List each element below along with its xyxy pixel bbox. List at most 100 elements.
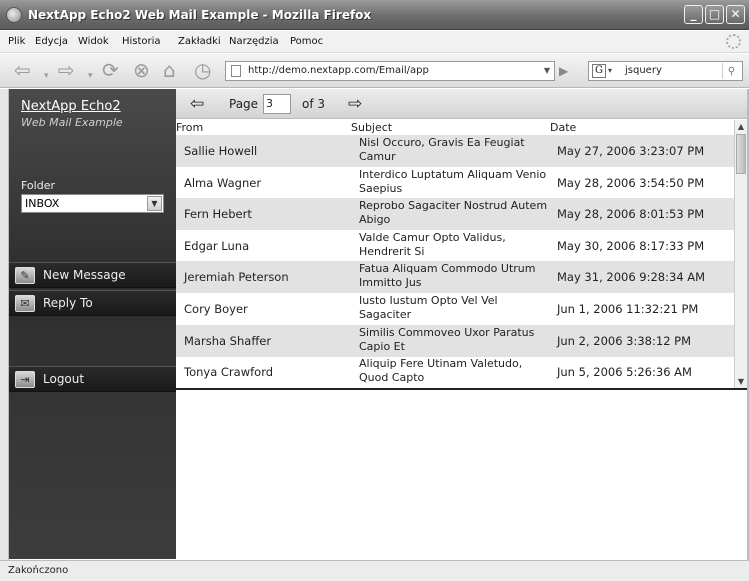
reply-to-button[interactable]: ✉ Reply To [9,290,176,316]
column-date[interactable]: Date [550,121,576,134]
url-field[interactable]: http://demo.nextapp.com/Email/app ▼ [225,61,555,81]
new-message-label: New Message [43,268,126,282]
brand-title[interactable]: NextApp Echo2 [21,99,121,114]
search-value: jsquery [625,65,662,76]
message-from: Tonya Crawford [184,365,274,380]
logout-button[interactable]: ⇥ Logout [9,366,176,392]
page-number-field[interactable]: 3 [263,94,291,114]
history-clock-icon[interactable]: ◷ [194,58,211,82]
forward-dropdown-icon[interactable]: ▾ [88,64,93,88]
message-subject: Nisl Occuro, Gravis Ea Feugiat Camur [359,136,525,163]
menu-zakladki[interactable]: Zakładki [178,36,221,47]
message-subject: Aliquip Fere Utinam Valetudo, Quod Capto [359,357,523,385]
search-engine-dropdown-icon[interactable]: ▾ [608,62,612,80]
message-from: Alma Wagner [184,175,262,190]
message-date: May 27, 2006 3:23:07 PM [557,144,705,158]
reply-icon: ✉ [15,295,35,312]
message-date: May 31, 2006 9:28:34 AM [557,270,706,285]
webmail-app: NextApp Echo2 Web Mail Example Folder IN… [9,89,747,559]
menu-narzedzia[interactable]: Narzędzia [229,36,279,47]
page-icon [231,65,241,77]
message-subject: Fatua Aliquam Commodo Utrum Immitto Jus [359,262,536,290]
window-title: NextApp Echo2 Web Mail Example - Mozilla… [28,8,372,22]
status-text: Zakończono [8,565,69,576]
table-row[interactable]: Cory Boyer Iusto Iustum Opto Vel Vel Saga… [176,293,734,325]
window-titlebar: NextApp Echo2 Web Mail Example - Mozilla… [0,0,749,30]
table-row[interactable]: Sallie Howell Nisl Occuro, Gravis Ea Feug… [176,135,734,167]
message-from: Sallie Howell [184,144,258,158]
message-date: May 28, 2006 8:01:53 PM [557,207,705,222]
navigation-toolbar: ⇦ ▾ ⇨ ▾ ⟳ ⊗ ⌂ ◷ http://demo.nextapp.com/… [0,54,749,88]
table-row[interactable]: Marsha Shaffer Similis Commoveo Uxor Para… [176,324,734,357]
list-preview-divider[interactable] [176,388,747,390]
table-row[interactable]: Jeremiah Peterson Fatua Aliquam Commodo U… [176,261,734,294]
menu-pomoc[interactable]: Pomoc [290,36,323,47]
previous-page-icon[interactable]: ⇦ [190,94,204,114]
sidebar: NextApp Echo2 Web Mail Example Folder IN… [9,89,176,559]
search-engine-icon[interactable]: G [592,64,606,78]
message-date: May 30, 2006 8:17:33 PM [557,238,705,253]
maximize-button[interactable]: □ [705,5,724,24]
menu-bar: Plik Edycja Widok Historia Zakładki Narz… [0,31,749,53]
chevron-down-icon[interactable]: ▼ [147,196,162,211]
minimize-button[interactable]: _ [684,5,703,24]
search-icon[interactable]: ⚲ [722,63,740,79]
message-from: Cory Boyer [184,302,248,316]
folder-selected-value: INBOX [25,197,60,210]
search-field[interactable]: G ▾ jsquery ⚲ [588,61,743,81]
scroll-thumb[interactable] [736,134,746,174]
table-row[interactable]: Edgar Luna Valde Camur Opto Validus, Hend… [176,230,734,262]
message-list-scrollbar[interactable]: ▲ ▼ [734,120,747,388]
menu-historia[interactable]: Historia [122,36,161,47]
scroll-down-icon[interactable]: ▼ [735,375,747,388]
window-frame-left [0,89,9,560]
reply-to-label: Reply To [43,296,93,310]
table-row[interactable]: Alma Wagner Interdico Luptatum Aliquam Ve… [176,167,734,199]
message-subject: Interdico Luptatum Aliquam Venio Saepius [359,167,547,195]
table-row[interactable]: Tonya Crawford Aliquip Fere Utinam Valetu… [176,356,734,388]
message-from: Jeremiah Peterson [184,270,289,285]
firefox-icon [6,7,22,23]
menu-widok[interactable]: Widok [78,36,109,47]
status-bar: Zakończono [0,560,749,581]
back-icon[interactable]: ⇦ [14,58,31,82]
page-total-label: of 3 [302,97,326,111]
message-subject: Reprobo Sagaciter Nostrud Autem Abigo [359,199,548,227]
next-page-icon[interactable]: ⇨ [348,94,362,114]
close-button[interactable]: ✕ [726,5,745,24]
logout-door-icon: ⇥ [15,371,35,388]
pager: ⇦ Page 3 of 3 ⇨ [176,89,747,119]
message-from: Marsha Shaffer [184,333,272,348]
menu-plik[interactable]: Plik [8,36,25,47]
message-date: May 28, 2006 3:54:50 PM [557,175,705,190]
column-from[interactable]: From [176,121,203,134]
logout-label: Logout [43,372,85,386]
message-date: Jun 1, 2006 11:32:21 PM [557,302,699,316]
url-dropdown-icon[interactable]: ▼ [544,62,550,80]
url-text: http://demo.nextapp.com/Email/app [248,65,429,76]
message-subject: Iusto Iustum Opto Vel Vel Sagaciter [359,294,498,321]
go-icon[interactable]: ▶ [559,63,571,79]
home-icon[interactable]: ⌂ [163,58,176,82]
forward-icon[interactable]: ⇨ [58,58,75,82]
page-label: Page [229,97,259,111]
message-list-header: From Subject Date [176,120,734,135]
menu-edycja[interactable]: Edycja [35,36,68,47]
table-row[interactable]: Fern Hebert Reprobo Sagaciter Nostrud Aut… [176,198,734,231]
message-date: Jun 5, 2006 5:26:36 AM [557,365,692,380]
new-message-button[interactable]: ✎ New Message [9,262,176,288]
column-subject[interactable]: Subject [351,121,392,134]
message-date: Jun 2, 2006 3:38:12 PM [557,333,692,348]
message-subject: Similis Commoveo Uxor Paratus Capio Et [359,325,535,353]
message-from: Edgar Luna [184,238,250,253]
message-subject: Valde Camur Opto Validus, Hendrerit Si [359,230,506,258]
folder-select[interactable]: INBOX ▼ [21,194,164,213]
stop-icon[interactable]: ⊗ [133,58,150,82]
folder-label: Folder [21,179,55,192]
scroll-up-icon[interactable]: ▲ [735,120,747,133]
reload-icon[interactable]: ⟳ [102,58,119,82]
back-dropdown-icon[interactable]: ▾ [44,64,49,88]
message-from: Fern Hebert [184,207,252,222]
brand-subtitle: Web Mail Example [21,116,123,129]
throbber-icon [726,34,741,49]
